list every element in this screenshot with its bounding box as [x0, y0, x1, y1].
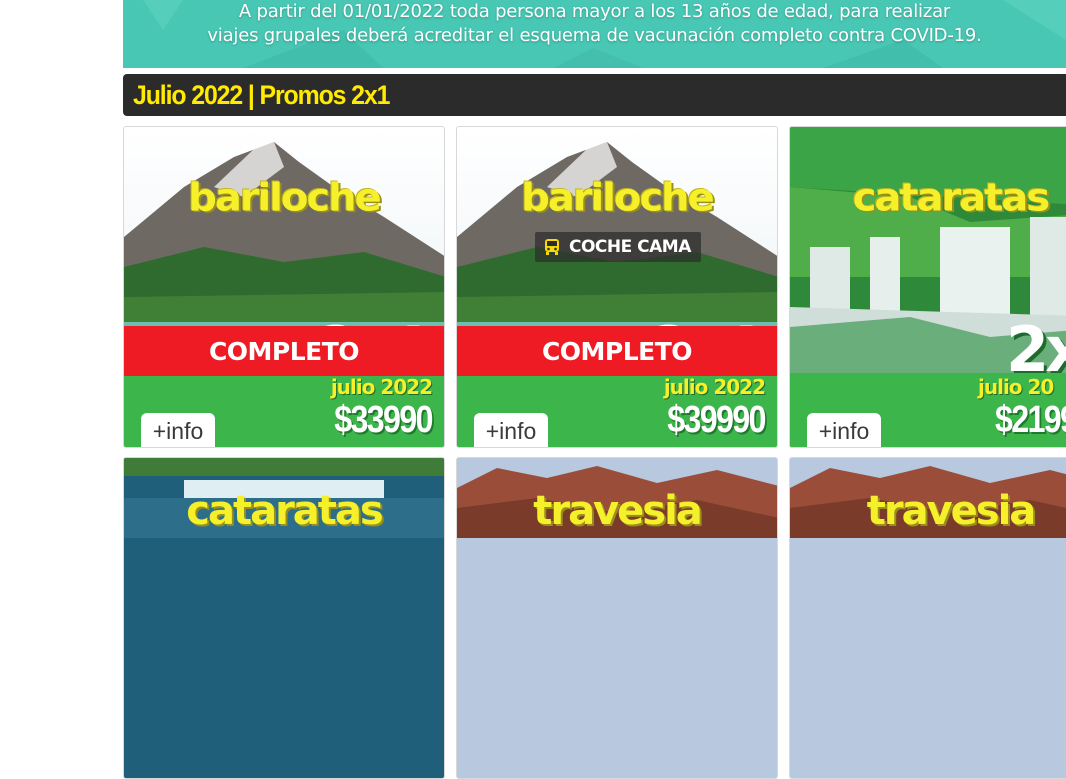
month-label: julio 2022: [663, 375, 766, 399]
section-header: Julio 2022 | Promos 2x1: [123, 74, 1066, 116]
section-title: Julio 2022 | Promos 2x1: [133, 80, 390, 110]
promo-card-bariloche-coche-cama[interactable]: bariloche COCHE CAMA 2x1 julio 2022 $399…: [456, 126, 778, 448]
more-info-button[interactable]: +info: [807, 413, 881, 447]
month-label: julio 20: [978, 375, 1054, 399]
destination-title: travesia: [533, 488, 703, 534]
month-label: julio 2022: [330, 375, 433, 399]
price-label: $2199: [995, 399, 1066, 441]
destination-title: bariloche: [188, 176, 382, 220]
coche-cama-label: COCHE CAMA: [569, 237, 691, 257]
sold-out-ribbon: COMPLETO: [457, 326, 777, 376]
notice-line-1: A partir del 01/01/2022 toda persona may…: [238, 1, 951, 22]
covid-notice-banner: A partir del 01/01/2022 toda persona may…: [123, 0, 1066, 68]
price-label: $39990: [667, 399, 766, 441]
promo-card-travesia-2[interactable]: travesia: [789, 457, 1066, 779]
price-label: $33990: [334, 399, 433, 441]
more-info-button[interactable]: +info: [474, 413, 548, 447]
sold-out-ribbon: COMPLETO: [124, 326, 444, 376]
promo-card-bariloche[interactable]: bariloche 2x1 julio 2022 $33990 +info CO…: [123, 126, 445, 448]
notice-line-2: viajes grupales deberá acreditar el esqu…: [207, 25, 982, 46]
bus-icon: [545, 239, 559, 255]
destination-title: cataratas: [186, 488, 383, 534]
destination-title: bariloche: [521, 176, 715, 220]
more-info-button[interactable]: +info: [141, 413, 215, 447]
promo-card-travesia-1[interactable]: travesia: [456, 457, 778, 779]
promo-card-cataratas-row2[interactable]: cataratas: [123, 457, 445, 779]
destination-title: cataratas: [852, 176, 1050, 220]
coche-cama-badge: COCHE CAMA: [535, 232, 701, 262]
promo-card-cataratas[interactable]: cataratas 2x julio 20 $2199 +info: [789, 126, 1066, 448]
destination-title: travesia: [866, 488, 1037, 534]
